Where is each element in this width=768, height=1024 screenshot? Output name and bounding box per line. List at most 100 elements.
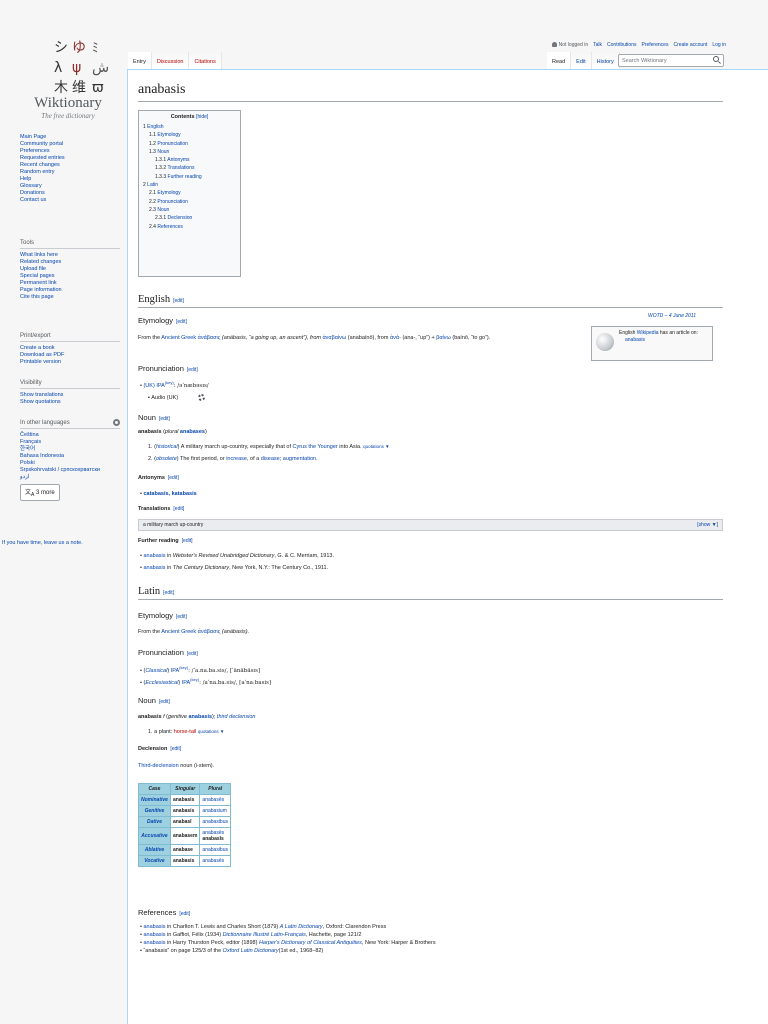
- toc-link[interactable]: English: [147, 124, 163, 130]
- toc-link[interactable]: Latin: [147, 182, 158, 188]
- toc-entry[interactable]: 1.3.1 Antonyms: [143, 156, 236, 164]
- quotations-toggle[interactable]: quotations ▼: [363, 444, 389, 449]
- toc-link[interactable]: Noun: [157, 149, 169, 155]
- translations-box[interactable]: a military march up-country [show ▼]: [138, 519, 723, 531]
- tab-edit[interactable]: Edit: [571, 52, 592, 69]
- greek-word-link[interactable]: ἀναβαίνω: [323, 335, 347, 341]
- toc-entry[interactable]: 2.3.1 Declension: [143, 214, 236, 222]
- plural-form[interactable]: anabasium: [202, 808, 226, 814]
- cyrus-link[interactable]: Cyrus the Younger: [293, 444, 338, 450]
- greek-word-link[interactable]: ἀνάβασις: [198, 629, 221, 635]
- plural-form[interactable]: anabasibus: [202, 819, 228, 825]
- third-declension-link[interactable]: Third-declension: [138, 763, 179, 769]
- case-name[interactable]: Genitive: [138, 805, 171, 817]
- reference-title-link[interactable]: Oxford Latin Dictionary: [223, 948, 279, 954]
- ancient-greek-link[interactable]: Ancient Greek: [161, 629, 196, 635]
- reference-title-link[interactable]: Dictionnaire Illustré Latin-Français: [223, 932, 306, 938]
- toc-link[interactable]: Pronunciation: [157, 141, 188, 147]
- edit-section-link[interactable]: [edit]: [163, 590, 174, 596]
- toc-link[interactable]: Further reading: [168, 174, 202, 180]
- language-link[interactable]: 한국어: [20, 446, 120, 453]
- tab-read[interactable]: Read: [547, 52, 572, 69]
- declension-link[interactable]: third declension: [217, 714, 256, 720]
- language-link[interactable]: Français: [20, 439, 120, 446]
- external-link[interactable]: anabasis: [143, 932, 165, 938]
- label-link[interactable]: historical: [156, 444, 178, 450]
- edit-section-link[interactable]: [edit]: [173, 298, 184, 304]
- tab-citations[interactable]: Citations: [189, 52, 222, 69]
- toc-entry[interactable]: 2 Latin: [143, 181, 236, 189]
- edit-section-link[interactable]: [edit]: [173, 506, 184, 512]
- toc-link[interactable]: Declension: [168, 215, 193, 221]
- toc-link[interactable]: Etymology: [157, 132, 180, 138]
- toc-link[interactable]: Pronunciation: [157, 199, 188, 205]
- greek-word-link[interactable]: ἀνά-: [390, 335, 401, 341]
- edit-section-link[interactable]: [edit]: [187, 651, 198, 657]
- wikipedia-article-link[interactable]: anabasis: [625, 337, 645, 343]
- external-link[interactable]: anabasis: [143, 940, 165, 946]
- toc-hide-toggle[interactable]: [hide]: [196, 114, 208, 120]
- augmentation-link[interactable]: augmentation: [283, 456, 316, 462]
- sidebar-item-download-as-pdf[interactable]: Download as PDF: [20, 352, 120, 359]
- greek-word-link[interactable]: βαίνω: [436, 335, 451, 341]
- wiktionary-logo[interactable]: シ ゆ ﾐ λ ψ ش 木 维 ϖ: [52, 36, 112, 96]
- plural-form[interactable]: anabasibus: [202, 847, 228, 853]
- sidebar-item-printable-version[interactable]: Printable version: [20, 359, 120, 366]
- search-input[interactable]: [618, 54, 724, 67]
- toc-entry[interactable]: 1 English: [143, 123, 236, 131]
- ipa-link[interactable]: IPA: [182, 680, 190, 686]
- accent-link[interactable]: (UK): [143, 383, 154, 389]
- sidebar-item-create-a-book[interactable]: Create a book: [20, 345, 120, 352]
- sidebar-item-cite-this-page[interactable]: Cite this page: [20, 294, 120, 301]
- toc-entry[interactable]: 1.1 Etymology: [143, 131, 236, 139]
- sidebar-item-glossary[interactable]: Glossary: [20, 183, 120, 190]
- toc-entry[interactable]: 1.3.3 Further reading: [143, 173, 236, 181]
- toc-link[interactable]: Noun: [157, 207, 169, 213]
- sidebar-item-permanent-link[interactable]: Permanent link: [20, 280, 120, 287]
- ipa-key-link[interactable]: (key): [179, 665, 188, 670]
- sidebar-item-community-portal[interactable]: Community portal: [20, 141, 120, 148]
- more-languages-button[interactable]: 文A 3 more: [20, 484, 60, 502]
- case-name[interactable]: Dative: [138, 816, 171, 828]
- sidebar-item-donations[interactable]: Donations: [20, 190, 120, 197]
- edit-section-link[interactable]: [edit]: [170, 746, 181, 752]
- toc-entry[interactable]: 2.4 References: [143, 223, 236, 231]
- language-link[interactable]: Bahasa Indonesia: [20, 453, 120, 460]
- sidebar-item-show-quotations[interactable]: Show quotations: [20, 399, 120, 406]
- sidebar-item-show-translations[interactable]: Show translations: [20, 392, 120, 399]
- toc-link[interactable]: Antonyms: [167, 157, 189, 163]
- sidebar-item-special-pages[interactable]: Special pages: [20, 273, 120, 280]
- edit-section-link[interactable]: [edit]: [159, 416, 170, 422]
- toc-link[interactable]: Translations: [167, 165, 194, 171]
- toc-entry[interactable]: 2.3 Noun: [143, 206, 236, 214]
- antonym-link[interactable]: catabasis, katabasis: [143, 491, 196, 497]
- toc-entry[interactable]: 2.1 Etymology: [143, 189, 236, 197]
- case-name[interactable]: Nominative: [138, 794, 171, 806]
- toc-link[interactable]: Etymology: [157, 190, 180, 196]
- word-of-the-day-link[interactable]: WOTD – 4 June 2011: [648, 313, 696, 319]
- login-link[interactable]: Log in: [712, 42, 726, 48]
- label-link[interactable]: Ecclesiastical: [145, 680, 178, 686]
- plural-link[interactable]: anabases: [180, 429, 205, 435]
- edit-section-link[interactable]: [edit]: [168, 475, 179, 481]
- edit-section-link[interactable]: [edit]: [159, 699, 170, 705]
- ancient-greek-link[interactable]: Ancient Greek: [161, 335, 196, 341]
- external-link[interactable]: anabasis: [143, 553, 165, 559]
- edit-section-link[interactable]: [edit]: [176, 614, 187, 620]
- talk-link[interactable]: Talk: [593, 42, 602, 48]
- edit-section-link[interactable]: [edit]: [182, 538, 193, 544]
- site-wordmark[interactable]: Wiktionary: [18, 95, 118, 112]
- toc-entry[interactable]: 1.3 Noun: [143, 148, 236, 156]
- translations-show-toggle[interactable]: [show ▼]: [697, 522, 718, 528]
- language-link[interactable]: Srpskohrvatski / српскохрватски: [20, 467, 120, 474]
- label-link[interactable]: Classical: [145, 668, 167, 674]
- sidebar-item-random-entry[interactable]: Random entry: [20, 169, 120, 176]
- external-link[interactable]: anabasis: [143, 565, 165, 571]
- leave-note-link[interactable]: If you have time, leave us a note.: [2, 540, 126, 547]
- sidebar-item-what-links-here[interactable]: What links here: [20, 252, 120, 259]
- case-name[interactable]: Ablative: [138, 844, 171, 856]
- preferences-link[interactable]: Preferences: [641, 42, 668, 48]
- quotations-toggle[interactable]: quotations ▼: [198, 729, 224, 734]
- case-name[interactable]: Vocative: [138, 855, 171, 867]
- sidebar-item-preferences[interactable]: Preferences: [20, 148, 120, 155]
